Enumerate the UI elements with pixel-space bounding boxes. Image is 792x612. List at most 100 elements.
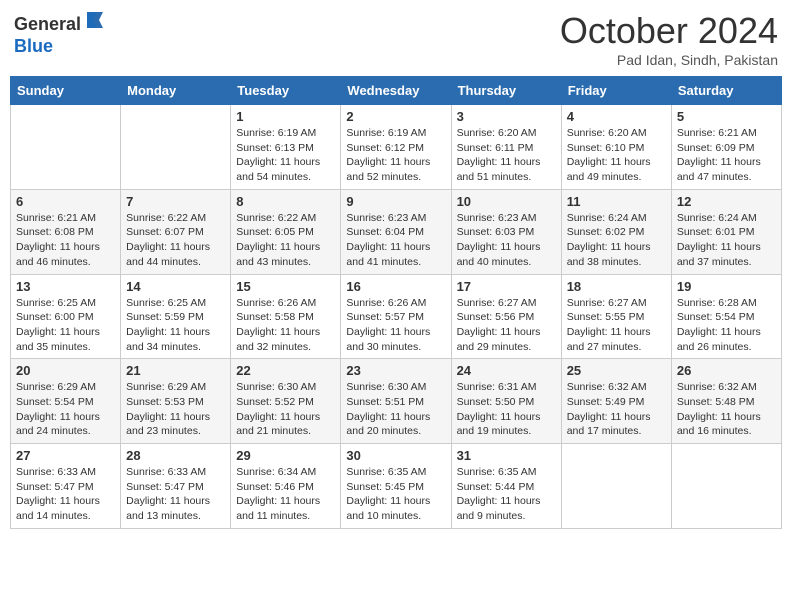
- calendar-week-row: 13 Sunrise: 6:25 AMSunset: 6:00 PMDayligh…: [11, 274, 782, 359]
- weekday-header: Sunday: [11, 77, 121, 105]
- calendar-cell: 9 Sunrise: 6:23 AMSunset: 6:04 PMDaylight…: [341, 189, 451, 274]
- calendar-cell: 8Sunrise: 6:22 AMSunset: 6:05 PMDaylight…: [231, 189, 341, 274]
- cell-info: Sunrise: 6:25 AMSunset: 6:00 PMDaylight:…: [16, 296, 115, 355]
- day-number: 29: [236, 448, 335, 463]
- cell-info: Sunrise: 6:21 AMSunset: 6:09 PMDaylight:…: [677, 126, 776, 185]
- cell-info: Sunrise: 6:34 AMSunset: 5:46 PMDaylight:…: [236, 465, 335, 524]
- calendar-cell: 27 Sunrise: 6:33 AMSunset: 5:47 PMDayligh…: [11, 444, 121, 529]
- calendar-week-row: 6Sunrise: 6:21 AMSunset: 6:08 PMDaylight…: [11, 189, 782, 274]
- cell-info: Sunrise: 6:20 AMSunset: 6:11 PMDaylight:…: [457, 126, 556, 185]
- calendar-cell: 12 Sunrise: 6:24 AMSunset: 6:01 PMDayligh…: [671, 189, 781, 274]
- day-number: 19: [677, 279, 776, 294]
- calendar-cell: 29 Sunrise: 6:34 AMSunset: 5:46 PMDayligh…: [231, 444, 341, 529]
- day-number: 27: [16, 448, 115, 463]
- day-number: 5: [677, 109, 776, 124]
- calendar-cell: 21Sunrise: 6:29 AMSunset: 5:53 PMDayligh…: [121, 359, 231, 444]
- calendar-cell: 30 Sunrise: 6:35 AMSunset: 5:45 PMDayligh…: [341, 444, 451, 529]
- cell-info: Sunrise: 6:26 AMSunset: 5:57 PMDaylight:…: [346, 296, 445, 355]
- title-block: October 2024 Pad Idan, Sindh, Pakistan: [560, 10, 778, 68]
- calendar-cell: 25Sunrise: 6:32 AMSunset: 5:49 PMDayligh…: [561, 359, 671, 444]
- day-number: 9: [346, 194, 445, 209]
- logo-general: General: [14, 14, 81, 34]
- day-number: 28: [126, 448, 225, 463]
- day-number: 17: [457, 279, 556, 294]
- calendar-cell: [121, 105, 231, 190]
- calendar-cell: 16 Sunrise: 6:26 AMSunset: 5:57 PMDayligh…: [341, 274, 451, 359]
- cell-info: Sunrise: 6:30 AMSunset: 5:52 PMDaylight:…: [236, 380, 335, 439]
- cell-info: Sunrise: 6:24 AMSunset: 6:02 PMDaylight:…: [567, 211, 666, 270]
- day-number: 18: [567, 279, 666, 294]
- day-number: 15: [236, 279, 335, 294]
- calendar-table: SundayMondayTuesdayWednesdayThursdayFrid…: [10, 76, 782, 529]
- calendar-cell: 11 Sunrise: 6:24 AMSunset: 6:02 PMDayligh…: [561, 189, 671, 274]
- weekday-header: Tuesday: [231, 77, 341, 105]
- page-header: General Blue October 2024 Pad Idan, Sind…: [10, 10, 782, 68]
- weekday-header-row: SundayMondayTuesdayWednesdayThursdayFrid…: [11, 77, 782, 105]
- calendar-week-row: 27 Sunrise: 6:33 AMSunset: 5:47 PMDayligh…: [11, 444, 782, 529]
- logo-blue: Blue: [14, 36, 53, 56]
- cell-info: Sunrise: 6:30 AMSunset: 5:51 PMDaylight:…: [346, 380, 445, 439]
- cell-info: Sunrise: 6:32 AMSunset: 5:49 PMDaylight:…: [567, 380, 666, 439]
- day-number: 20: [16, 363, 115, 378]
- day-number: 11: [567, 194, 666, 209]
- day-number: 24: [457, 363, 556, 378]
- calendar-cell: 22 Sunrise: 6:30 AMSunset: 5:52 PMDayligh…: [231, 359, 341, 444]
- day-number: 3: [457, 109, 556, 124]
- calendar-week-row: 20Sunrise: 6:29 AMSunset: 5:54 PMDayligh…: [11, 359, 782, 444]
- cell-info: Sunrise: 6:22 AMSunset: 6:05 PMDaylight:…: [236, 211, 335, 270]
- calendar-cell: 28 Sunrise: 6:33 AMSunset: 5:47 PMDayligh…: [121, 444, 231, 529]
- cell-info: Sunrise: 6:23 AMSunset: 6:03 PMDaylight:…: [457, 211, 556, 270]
- day-number: 10: [457, 194, 556, 209]
- weekday-header: Thursday: [451, 77, 561, 105]
- weekday-header: Wednesday: [341, 77, 451, 105]
- calendar-cell: [671, 444, 781, 529]
- cell-info: Sunrise: 6:21 AMSunset: 6:08 PMDaylight:…: [16, 211, 115, 270]
- month-title: October 2024: [560, 10, 778, 52]
- cell-info: Sunrise: 6:28 AMSunset: 5:54 PMDaylight:…: [677, 296, 776, 355]
- day-number: 14: [126, 279, 225, 294]
- calendar-cell: 10 Sunrise: 6:23 AMSunset: 6:03 PMDayligh…: [451, 189, 561, 274]
- calendar-cell: 5 Sunrise: 6:21 AMSunset: 6:09 PMDaylight…: [671, 105, 781, 190]
- calendar-cell: 18 Sunrise: 6:27 AMSunset: 5:55 PMDayligh…: [561, 274, 671, 359]
- logo-flag-icon: [83, 10, 107, 30]
- logo: General Blue: [14, 10, 107, 57]
- weekday-header: Monday: [121, 77, 231, 105]
- calendar-cell: 2Sunrise: 6:19 AMSunset: 6:12 PMDaylight…: [341, 105, 451, 190]
- day-number: 13: [16, 279, 115, 294]
- calendar-cell: 13 Sunrise: 6:25 AMSunset: 6:00 PMDayligh…: [11, 274, 121, 359]
- calendar-cell: [561, 444, 671, 529]
- cell-info: Sunrise: 6:19 AMSunset: 6:13 PMDaylight:…: [236, 126, 335, 185]
- calendar-cell: 20Sunrise: 6:29 AMSunset: 5:54 PMDayligh…: [11, 359, 121, 444]
- cell-info: Sunrise: 6:27 AMSunset: 5:55 PMDaylight:…: [567, 296, 666, 355]
- location: Pad Idan, Sindh, Pakistan: [560, 52, 778, 68]
- day-number: 30: [346, 448, 445, 463]
- calendar-cell: 7 Sunrise: 6:22 AMSunset: 6:07 PMDaylight…: [121, 189, 231, 274]
- day-number: 1: [236, 109, 335, 124]
- cell-info: Sunrise: 6:23 AMSunset: 6:04 PMDaylight:…: [346, 211, 445, 270]
- calendar-cell: 19 Sunrise: 6:28 AMSunset: 5:54 PMDayligh…: [671, 274, 781, 359]
- day-number: 26: [677, 363, 776, 378]
- day-number: 12: [677, 194, 776, 209]
- calendar-cell: 24Sunrise: 6:31 AMSunset: 5:50 PMDayligh…: [451, 359, 561, 444]
- weekday-header: Friday: [561, 77, 671, 105]
- cell-info: Sunrise: 6:33 AMSunset: 5:47 PMDaylight:…: [126, 465, 225, 524]
- calendar-cell: 6Sunrise: 6:21 AMSunset: 6:08 PMDaylight…: [11, 189, 121, 274]
- day-number: 7: [126, 194, 225, 209]
- cell-info: Sunrise: 6:25 AMSunset: 5:59 PMDaylight:…: [126, 296, 225, 355]
- cell-info: Sunrise: 6:22 AMSunset: 6:07 PMDaylight:…: [126, 211, 225, 270]
- calendar-cell: 15Sunrise: 6:26 AMSunset: 5:58 PMDayligh…: [231, 274, 341, 359]
- cell-info: Sunrise: 6:19 AMSunset: 6:12 PMDaylight:…: [346, 126, 445, 185]
- day-number: 21: [126, 363, 225, 378]
- day-number: 22: [236, 363, 335, 378]
- cell-info: Sunrise: 6:24 AMSunset: 6:01 PMDaylight:…: [677, 211, 776, 270]
- calendar-cell: 3 Sunrise: 6:20 AMSunset: 6:11 PMDaylight…: [451, 105, 561, 190]
- day-number: 23: [346, 363, 445, 378]
- calendar-cell: 1 Sunrise: 6:19 AMSunset: 6:13 PMDaylight…: [231, 105, 341, 190]
- weekday-header: Saturday: [671, 77, 781, 105]
- calendar-cell: 4Sunrise: 6:20 AMSunset: 6:10 PMDaylight…: [561, 105, 671, 190]
- cell-info: Sunrise: 6:33 AMSunset: 5:47 PMDaylight:…: [16, 465, 115, 524]
- calendar-cell: 14 Sunrise: 6:25 AMSunset: 5:59 PMDayligh…: [121, 274, 231, 359]
- cell-info: Sunrise: 6:35 AMSunset: 5:45 PMDaylight:…: [346, 465, 445, 524]
- cell-info: Sunrise: 6:35 AMSunset: 5:44 PMDaylight:…: [457, 465, 556, 524]
- day-number: 16: [346, 279, 445, 294]
